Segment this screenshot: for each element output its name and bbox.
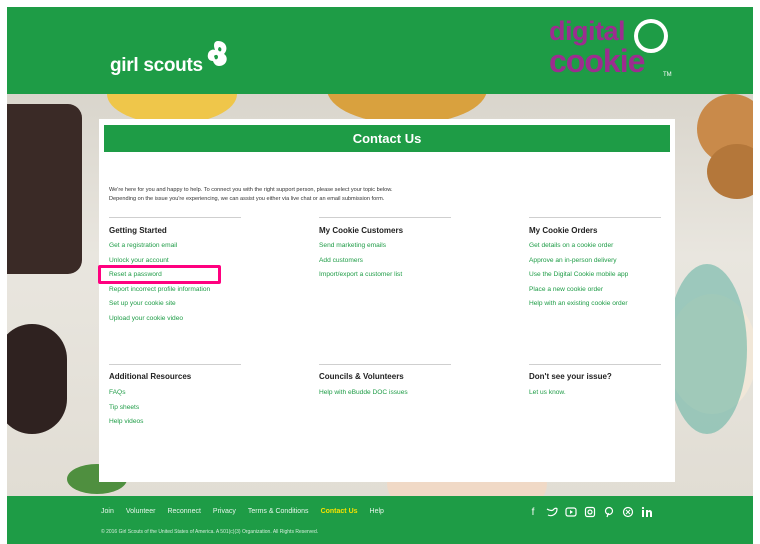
contact-card: Contact Us We're here for you and happy … — [99, 119, 675, 482]
section-title-councils-volunteers: Councils & Volunteers — [319, 372, 404, 381]
twitter-icon[interactable] — [545, 506, 559, 520]
section-title-additional-resources: Additional Resources — [109, 372, 192, 381]
link-report-incorrect-profile[interactable]: Report incorrect profile information — [109, 283, 210, 298]
section-title-my-cookie-customers: My Cookie Customers — [319, 226, 404, 235]
footer-link-contact-us[interactable]: Contact Us — [321, 508, 358, 515]
footer-link-terms[interactable]: Terms & Conditions — [248, 508, 309, 515]
intro-line-1: We're here for you and happy to help. To… — [109, 187, 393, 193]
my-cookie-orders-links: Get details on a cookie order Approve an… — [529, 239, 628, 312]
footer-link-privacy[interactable]: Privacy — [213, 508, 236, 515]
pinterest-icon[interactable] — [602, 506, 616, 520]
footer-link-reconnect[interactable]: Reconnect — [167, 508, 200, 515]
digital-cookie-logo[interactable]: digital cookie TM — [545, 18, 673, 84]
footer-link-help[interactable]: Help — [370, 508, 384, 515]
additional-resources-links: FAQs Tip sheets Help videos — [109, 386, 143, 430]
site-header: girl scouts digital cookie TM — [7, 7, 753, 94]
link-set-up-cookie-site[interactable]: Set up your cookie site — [109, 297, 210, 312]
blog-icon[interactable] — [621, 506, 635, 520]
section-title-my-cookie-orders: My Cookie Orders — [529, 226, 598, 235]
site-footer: Join Volunteer Reconnect Privacy Terms &… — [7, 496, 753, 544]
linkedin-icon[interactable] — [640, 506, 654, 520]
link-approve-in-person-delivery[interactable]: Approve an in-person delivery — [529, 254, 628, 269]
shortbread-cookie — [707, 144, 753, 199]
divider — [529, 217, 661, 218]
chocolate-cookie — [7, 324, 67, 434]
link-tip-sheets[interactable]: Tip sheets — [109, 401, 143, 416]
girl-scouts-wordmark: girl scouts — [110, 55, 203, 76]
social-icons: f — [526, 506, 659, 520]
intro-text: We're here for you and happy to help. To… — [109, 186, 529, 203]
link-ebudde-doc-issues[interactable]: Help with eBudde DOC issues — [319, 386, 408, 401]
page-frame: girl scouts digital cookie TM Contact Us… — [7, 7, 753, 544]
divider — [529, 364, 661, 365]
link-import-export-customers[interactable]: Import/export a customer list — [319, 268, 402, 283]
divider — [109, 217, 241, 218]
trademark-mark: TM — [663, 72, 672, 78]
link-place-new-order[interactable]: Place a new cookie order — [529, 283, 628, 298]
girl-scouts-logo[interactable]: girl scouts — [110, 35, 231, 75]
section-title-dont-see-issue: Don't see your issue? — [529, 372, 612, 381]
divider — [109, 364, 241, 365]
footer-nav: Join Volunteer Reconnect Privacy Terms &… — [101, 508, 396, 515]
divider — [319, 364, 451, 365]
link-faqs[interactable]: FAQs — [109, 386, 143, 401]
divider — [319, 217, 451, 218]
highlight-box — [98, 265, 221, 284]
copyright-text: © 2016 Girl Scouts of the United States … — [101, 529, 319, 535]
facebook-icon[interactable]: f — [526, 506, 540, 520]
teal-bowl — [667, 264, 747, 434]
link-get-registration-email[interactable]: Get a registration email — [109, 239, 210, 254]
link-let-us-know[interactable]: Let us know. — [529, 386, 566, 401]
section-title-getting-started: Getting Started — [109, 226, 167, 235]
link-send-marketing-emails[interactable]: Send marketing emails — [319, 239, 402, 254]
link-add-customers[interactable]: Add customers — [319, 254, 402, 269]
link-help-existing-order[interactable]: Help with an existing cookie order — [529, 297, 628, 312]
link-upload-cookie-video[interactable]: Upload your cookie video — [109, 312, 210, 327]
councils-volunteers-links: Help with eBudde DOC issues — [319, 386, 408, 401]
intro-line-2: Depending on the issue you're experienci… — [109, 195, 385, 202]
link-use-mobile-app[interactable]: Use the Digital Cookie mobile app — [529, 268, 628, 283]
instagram-icon[interactable] — [583, 506, 597, 520]
digital-cookie-logo-top: digital — [549, 16, 626, 46]
page-title: Contact Us — [104, 125, 670, 152]
dont-see-issue-links: Let us know. — [529, 386, 566, 401]
youtube-icon[interactable] — [564, 506, 578, 520]
chocolate-cookie-stack — [7, 104, 82, 274]
link-get-order-details[interactable]: Get details on a cookie order — [529, 239, 628, 254]
footer-link-volunteer[interactable]: Volunteer — [126, 508, 156, 515]
digital-cookie-logo-bottom: cookie — [549, 43, 645, 79]
my-cookie-customers-links: Send marketing emails Add customers Impo… — [319, 239, 402, 283]
trefoil-icon — [207, 41, 227, 66]
footer-link-join[interactable]: Join — [101, 508, 114, 515]
link-help-videos[interactable]: Help videos — [109, 415, 143, 430]
